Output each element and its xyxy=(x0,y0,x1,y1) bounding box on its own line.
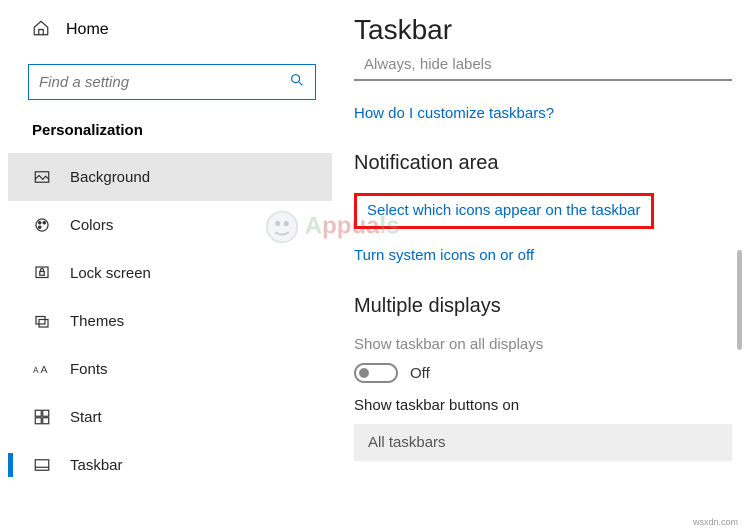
home-icon xyxy=(32,19,50,42)
themes-icon xyxy=(32,312,52,330)
home-label: Home xyxy=(66,21,109,39)
sidebar-item-background[interactable]: Background xyxy=(8,153,332,201)
scrollbar[interactable] xyxy=(737,250,742,350)
nav-label: Start xyxy=(70,409,102,426)
sidebar-item-lockscreen[interactable]: Lock screen xyxy=(8,249,332,297)
help-link[interactable]: How do I customize taskbars? xyxy=(354,105,732,122)
picture-icon xyxy=(32,168,52,186)
home-button[interactable]: Home xyxy=(8,8,332,52)
sidebar: Home Personalization Background Colors L… xyxy=(0,0,332,530)
palette-icon xyxy=(32,216,52,234)
toggle-state: Off xyxy=(410,365,430,382)
search-icon xyxy=(289,72,305,93)
sidebar-item-taskbar[interactable]: Taskbar xyxy=(8,441,332,489)
notification-heading: Notification area xyxy=(354,152,732,175)
nav-label: Taskbar xyxy=(70,457,123,474)
category-heading: Personalization xyxy=(8,108,332,153)
start-icon xyxy=(32,408,52,426)
combine-dropdown[interactable]: Always, hide labels xyxy=(354,50,732,81)
nav-label: Colors xyxy=(70,217,113,234)
nav-label: Fonts xyxy=(70,361,108,378)
select-icons-link[interactable]: Select which icons appear on the taskbar xyxy=(367,202,641,219)
toggle-row: Off xyxy=(354,363,732,383)
nav-label: Lock screen xyxy=(70,265,151,282)
sidebar-item-colors[interactable]: Colors xyxy=(8,201,332,249)
buttons-on-label: Show taskbar buttons on xyxy=(354,397,732,414)
page-title: Taskbar xyxy=(354,14,732,46)
search-wrap xyxy=(28,64,316,100)
nav-label: Themes xyxy=(70,313,124,330)
nav-label: Background xyxy=(70,169,150,186)
taskbar-icon xyxy=(32,456,52,474)
fonts-icon: AA xyxy=(32,361,52,377)
system-icons-link[interactable]: Turn system icons on or off xyxy=(354,247,534,264)
multiple-displays-heading: Multiple displays xyxy=(354,295,732,318)
main-panel: Taskbar Always, hide labels How do I cus… xyxy=(332,0,744,530)
credit: wsxdn.com xyxy=(693,517,738,527)
svg-text:A: A xyxy=(33,366,39,375)
sidebar-item-themes[interactable]: Themes xyxy=(8,297,332,345)
search-box[interactable] xyxy=(28,64,316,100)
taskbar-all-displays-toggle[interactable] xyxy=(354,363,398,383)
buttons-on-dropdown[interactable]: All taskbars xyxy=(354,424,732,461)
search-input[interactable] xyxy=(39,74,289,91)
highlight-box: Select which icons appear on the taskbar xyxy=(354,193,654,229)
svg-text:A: A xyxy=(41,364,48,376)
show-all-displays-label: Show taskbar on all displays xyxy=(354,336,732,353)
sidebar-item-fonts[interactable]: AA Fonts xyxy=(8,345,332,393)
sidebar-item-start[interactable]: Start xyxy=(8,393,332,441)
lock-screen-icon xyxy=(32,264,52,282)
